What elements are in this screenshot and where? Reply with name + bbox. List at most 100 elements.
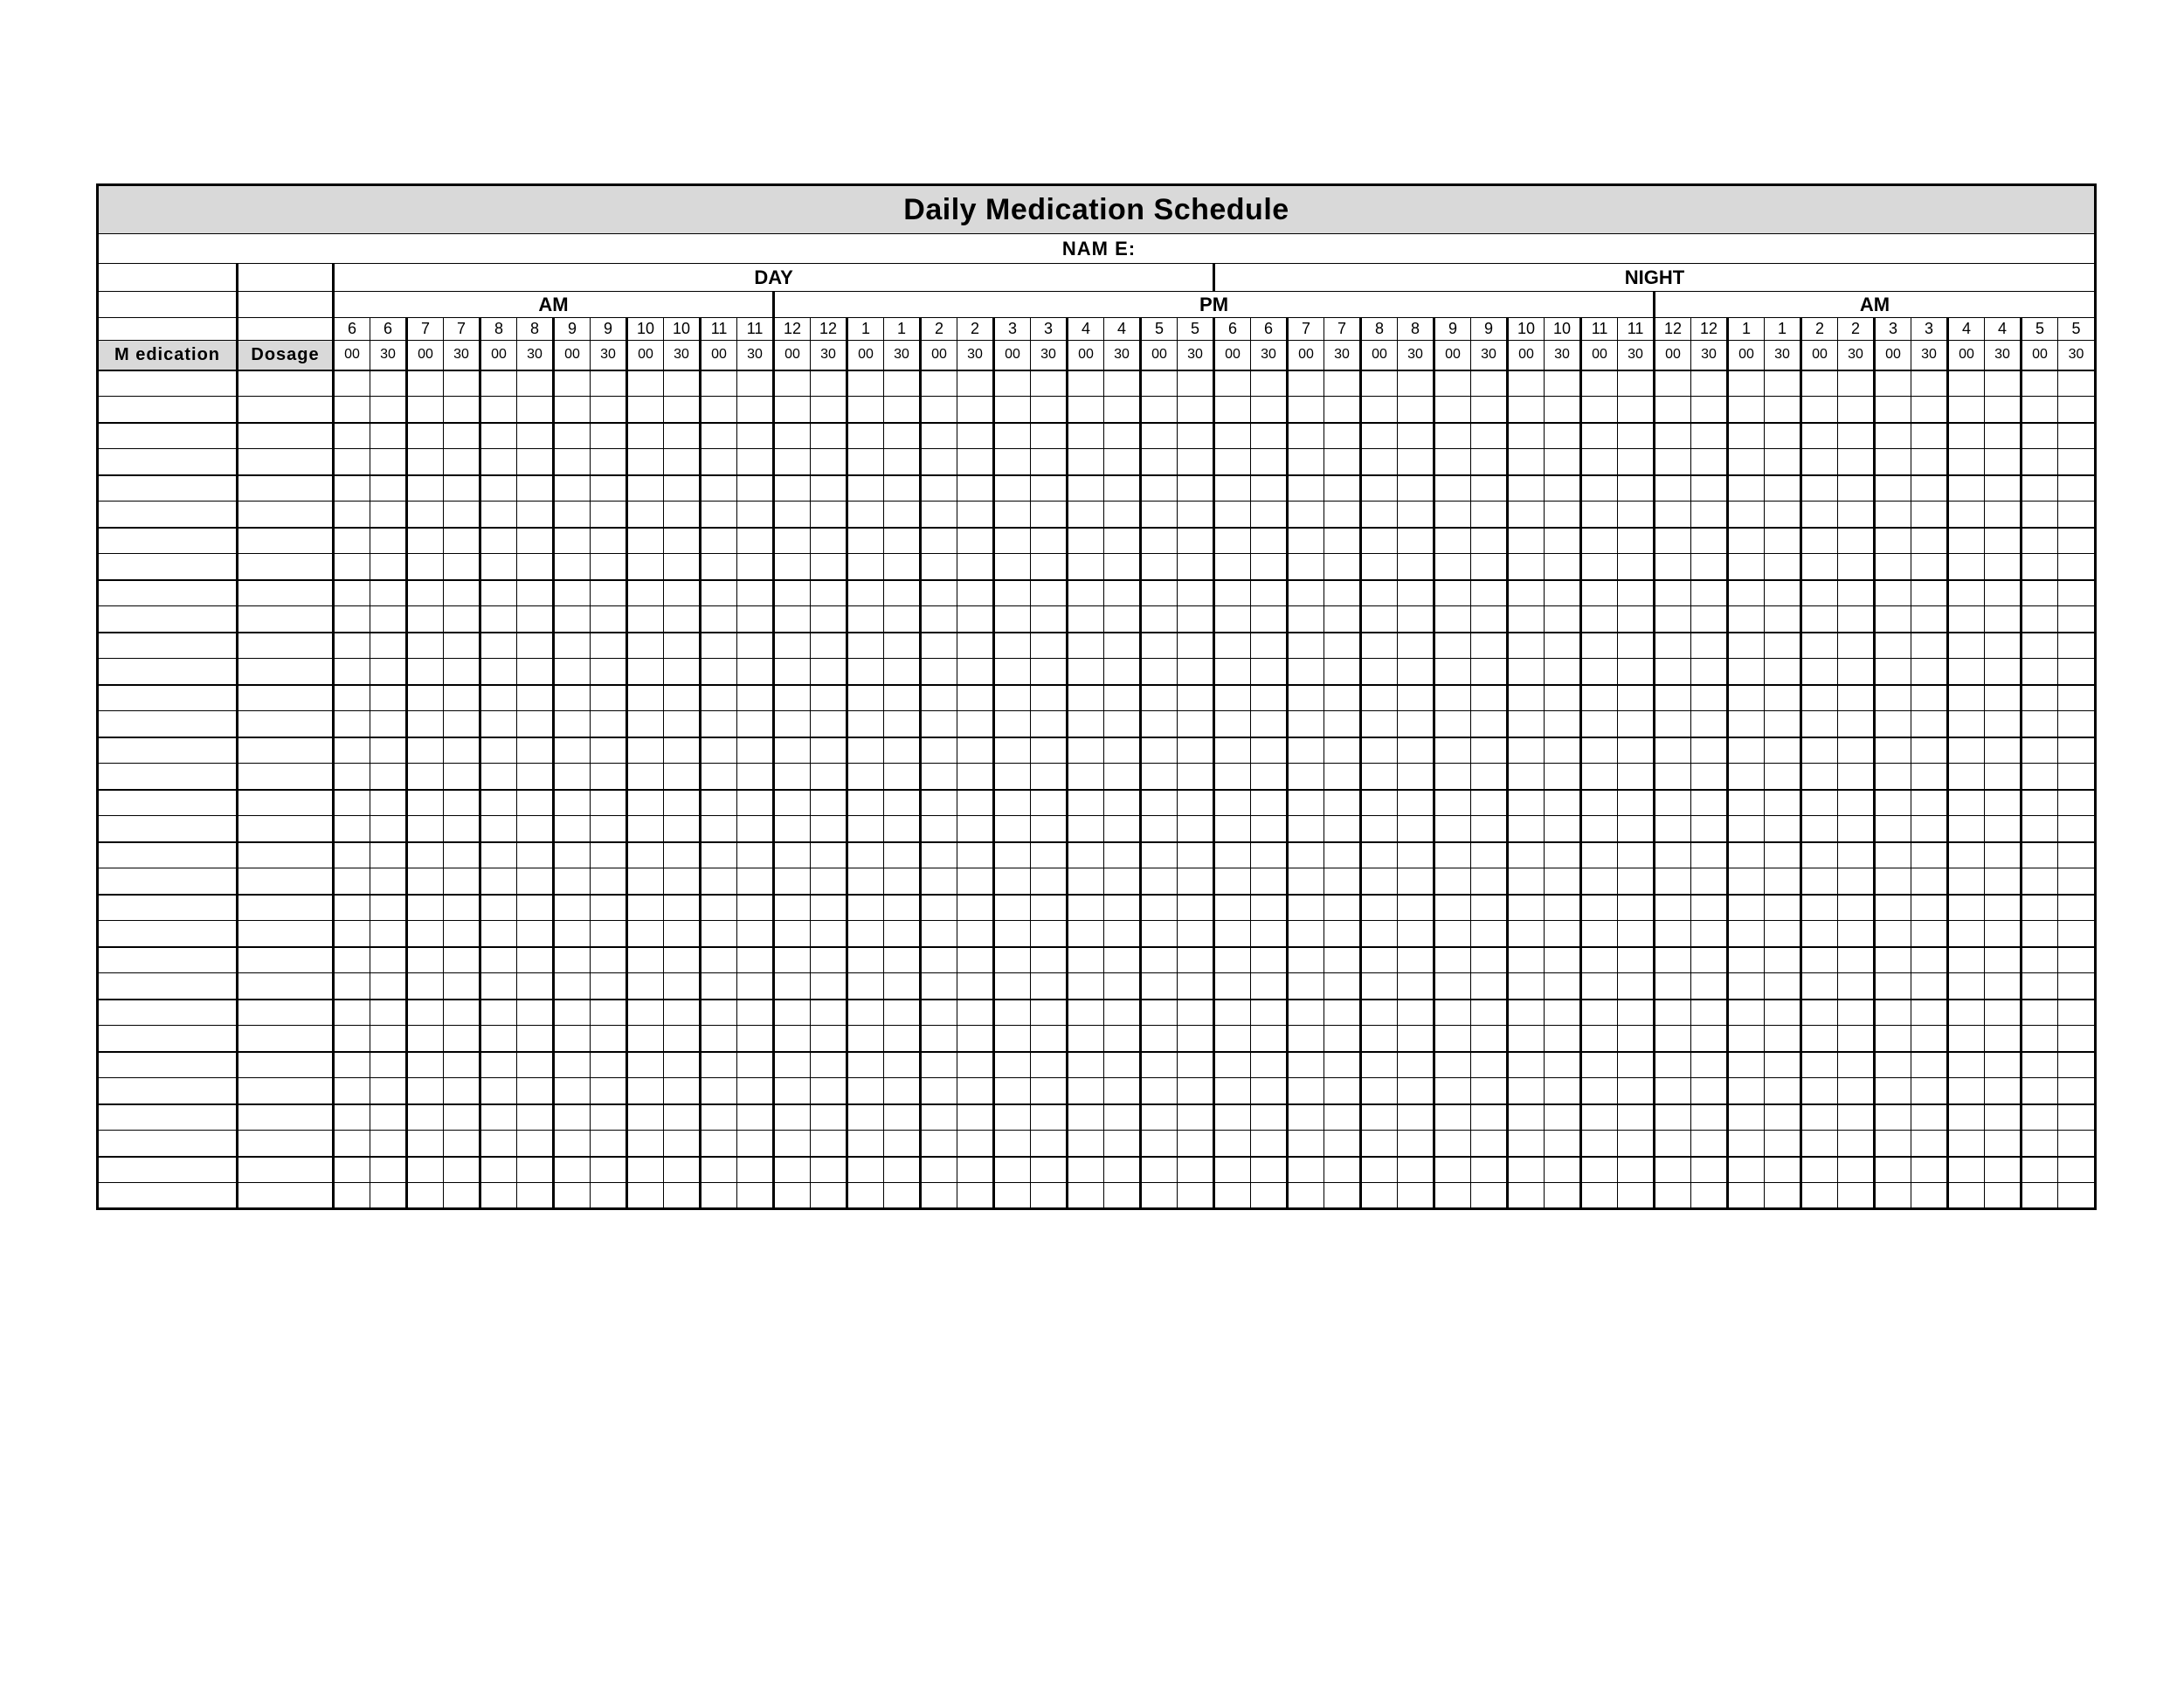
schedule-cell[interactable] xyxy=(737,370,774,397)
schedule-cell[interactable] xyxy=(1361,868,1398,895)
schedule-cell[interactable] xyxy=(1508,1078,1545,1104)
schedule-cell[interactable] xyxy=(737,1131,774,1157)
schedule-cell[interactable] xyxy=(1214,554,1251,580)
schedule-cell[interactable] xyxy=(480,449,517,475)
schedule-cell[interactable] xyxy=(1251,868,1288,895)
schedule-cell[interactable] xyxy=(554,475,591,502)
schedule-cell[interactable] xyxy=(1618,1000,1655,1026)
schedule-cell[interactable] xyxy=(334,1183,370,1209)
schedule-cell[interactable] xyxy=(957,895,994,921)
schedule-cell[interactable] xyxy=(701,370,737,397)
schedule-cell[interactable] xyxy=(1875,1104,1911,1131)
schedule-cell[interactable] xyxy=(407,842,444,868)
schedule-cell[interactable] xyxy=(1948,528,1985,554)
schedule-cell[interactable] xyxy=(1288,580,1324,606)
schedule-cell[interactable] xyxy=(1141,1131,1178,1157)
schedule-cell[interactable] xyxy=(957,554,994,580)
schedule-cell[interactable] xyxy=(774,764,811,790)
schedule-cell[interactable] xyxy=(2058,895,2096,921)
schedule-cell[interactable] xyxy=(627,502,664,528)
schedule-cell[interactable] xyxy=(701,449,737,475)
schedule-cell[interactable] xyxy=(1581,1131,1618,1157)
schedule-cell[interactable] xyxy=(1214,659,1251,685)
schedule-cell[interactable] xyxy=(1948,580,1985,606)
schedule-cell[interactable] xyxy=(1288,502,1324,528)
schedule-cell[interactable] xyxy=(334,1131,370,1157)
schedule-cell[interactable] xyxy=(921,475,957,502)
schedule-cell[interactable] xyxy=(1324,554,1361,580)
schedule-cell[interactable] xyxy=(664,764,701,790)
schedule-cell[interactable] xyxy=(1911,973,1948,1000)
schedule-cell[interactable] xyxy=(847,580,884,606)
schedule-cell[interactable] xyxy=(554,633,591,659)
schedule-cell[interactable] xyxy=(1948,1052,1985,1078)
schedule-cell[interactable] xyxy=(1398,370,1434,397)
schedule-cell[interactable] xyxy=(407,790,444,816)
schedule-cell[interactable] xyxy=(480,947,517,973)
schedule-cell[interactable] xyxy=(1434,1052,1471,1078)
schedule-cell[interactable] xyxy=(1545,606,1581,633)
schedule-cell[interactable] xyxy=(517,737,554,764)
schedule-cell[interactable] xyxy=(1214,737,1251,764)
medication-cell[interactable] xyxy=(98,895,238,921)
schedule-cell[interactable] xyxy=(1214,528,1251,554)
schedule-cell[interactable] xyxy=(2022,895,2058,921)
schedule-cell[interactable] xyxy=(1911,895,1948,921)
schedule-cell[interactable] xyxy=(774,868,811,895)
schedule-cell[interactable] xyxy=(1985,842,2022,868)
schedule-cell[interactable] xyxy=(1471,711,1508,737)
schedule-cell[interactable] xyxy=(1985,1183,2022,1209)
schedule-cell[interactable] xyxy=(1508,921,1545,947)
schedule-cell[interactable] xyxy=(1178,580,1214,606)
schedule-cell[interactable] xyxy=(1434,475,1471,502)
schedule-cell[interactable] xyxy=(1545,790,1581,816)
schedule-cell[interactable] xyxy=(1031,842,1068,868)
schedule-cell[interactable] xyxy=(1508,895,1545,921)
schedule-cell[interactable] xyxy=(1581,1157,1618,1183)
schedule-cell[interactable] xyxy=(1251,606,1288,633)
schedule-cell[interactable] xyxy=(701,737,737,764)
schedule-cell[interactable] xyxy=(370,764,407,790)
schedule-cell[interactable] xyxy=(847,947,884,973)
schedule-cell[interactable] xyxy=(1031,1183,1068,1209)
medication-cell[interactable] xyxy=(98,790,238,816)
schedule-cell[interactable] xyxy=(627,1183,664,1209)
schedule-cell[interactable] xyxy=(1508,685,1545,711)
dosage-cell[interactable] xyxy=(238,1104,334,1131)
schedule-cell[interactable] xyxy=(1324,1078,1361,1104)
schedule-cell[interactable] xyxy=(884,711,921,737)
schedule-cell[interactable] xyxy=(1251,790,1288,816)
schedule-cell[interactable] xyxy=(554,1104,591,1131)
medication-cell[interactable] xyxy=(98,528,238,554)
schedule-cell[interactable] xyxy=(1178,1104,1214,1131)
schedule-cell[interactable] xyxy=(591,947,627,973)
schedule-cell[interactable] xyxy=(480,973,517,1000)
schedule-cell[interactable] xyxy=(1801,737,1838,764)
schedule-cell[interactable] xyxy=(774,606,811,633)
schedule-cell[interactable] xyxy=(1324,816,1361,842)
schedule-cell[interactable] xyxy=(1398,790,1434,816)
schedule-cell[interactable] xyxy=(1141,502,1178,528)
schedule-cell[interactable] xyxy=(957,973,994,1000)
schedule-cell[interactable] xyxy=(847,449,884,475)
schedule-cell[interactable] xyxy=(334,973,370,1000)
schedule-cell[interactable] xyxy=(1214,1183,1251,1209)
schedule-cell[interactable] xyxy=(1251,1026,1288,1052)
schedule-cell[interactable] xyxy=(1691,1026,1728,1052)
schedule-cell[interactable] xyxy=(774,1157,811,1183)
schedule-cell[interactable] xyxy=(2058,475,2096,502)
schedule-cell[interactable] xyxy=(1691,1183,1728,1209)
schedule-cell[interactable] xyxy=(994,502,1031,528)
schedule-cell[interactable] xyxy=(1324,895,1361,921)
schedule-cell[interactable] xyxy=(1728,502,1765,528)
schedule-cell[interactable] xyxy=(591,449,627,475)
schedule-cell[interactable] xyxy=(737,973,774,1000)
schedule-cell[interactable] xyxy=(1728,633,1765,659)
schedule-cell[interactable] xyxy=(1178,423,1214,449)
schedule-cell[interactable] xyxy=(1581,475,1618,502)
schedule-cell[interactable] xyxy=(480,633,517,659)
schedule-cell[interactable] xyxy=(2022,528,2058,554)
schedule-cell[interactable] xyxy=(1728,842,1765,868)
schedule-cell[interactable] xyxy=(1508,397,1545,423)
schedule-cell[interactable] xyxy=(444,711,480,737)
